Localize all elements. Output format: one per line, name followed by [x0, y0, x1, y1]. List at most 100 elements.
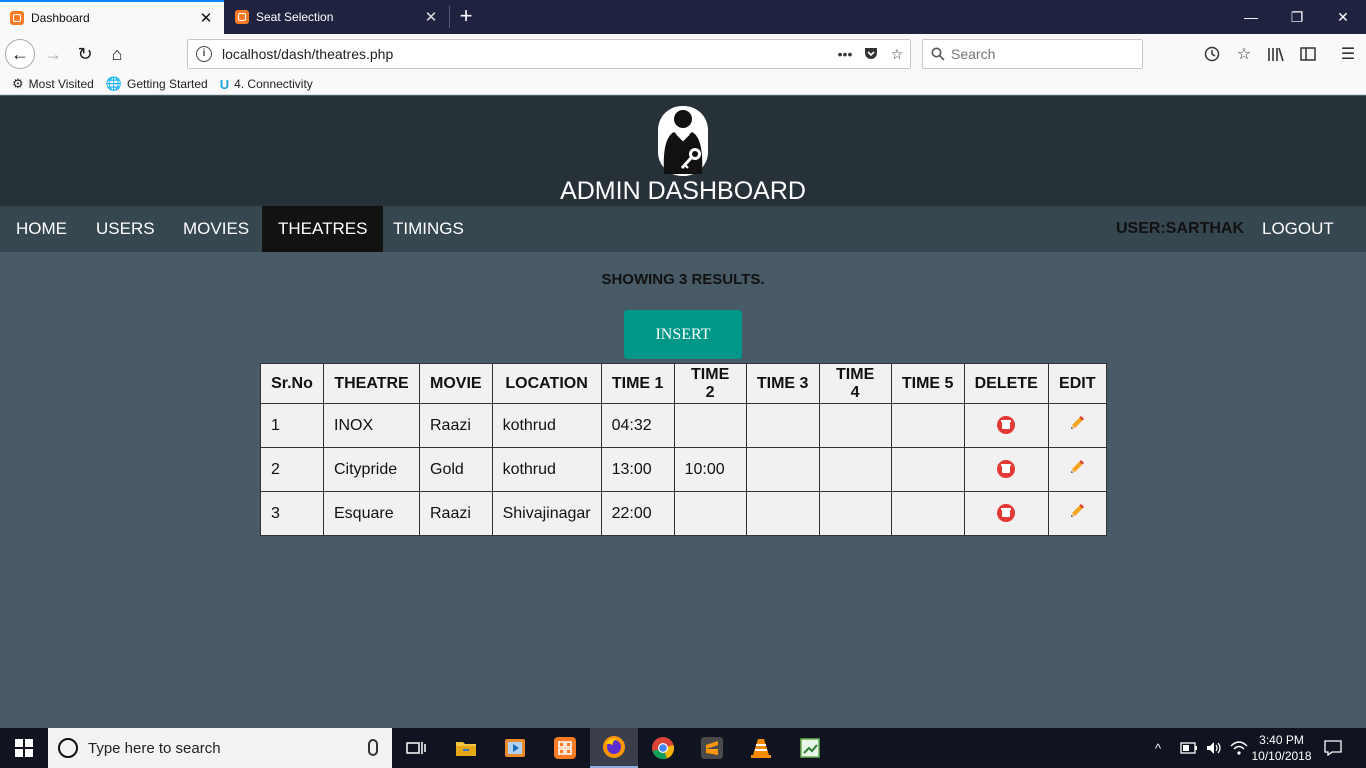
back-icon[interactable]: ← [5, 39, 35, 69]
col-header: TIME 3 [745, 363, 820, 404]
close-tab-icon[interactable]: ✕ [198, 9, 214, 27]
table-cell [890, 403, 965, 448]
home-icon[interactable]: ⌂ [102, 39, 132, 69]
menu-theatres[interactable]: THEATRES [262, 206, 384, 252]
menu-users[interactable]: USERS [80, 206, 171, 252]
menu-hamburger-icon[interactable]: ☰ [1338, 44, 1358, 64]
bookmark-getting-started[interactable]: 🌐 Getting Started [106, 76, 208, 92]
col-header: LOCATION [491, 363, 602, 404]
taskbar-search-placeholder: Type here to search [88, 739, 221, 757]
task-view-icon[interactable] [392, 728, 440, 768]
close-tab-icon[interactable]: ✕ [423, 8, 439, 26]
chrome-icon[interactable] [639, 728, 687, 768]
table-cell [745, 491, 820, 536]
xampp-favicon-icon [235, 10, 249, 24]
table-cell: Raazi [419, 491, 493, 536]
table-row: 3 Esquare Raazi Shivajinagar 22:00 [260, 491, 1107, 536]
xampp-icon[interactable] [541, 728, 589, 768]
search-bar[interactable] [922, 39, 1143, 69]
table-cell [745, 403, 820, 448]
firefox-icon[interactable] [590, 728, 638, 768]
col-header: MOVIE [419, 363, 493, 404]
delete-icon[interactable] [997, 460, 1016, 479]
table-cell [818, 491, 892, 536]
battery-icon[interactable] [1180, 728, 1198, 768]
menu-home[interactable]: HOME [0, 206, 83, 252]
logout-link[interactable]: LOGOUT [1246, 206, 1350, 252]
pencil-icon[interactable] [1068, 414, 1086, 437]
windows-taskbar: Type here to search ^ 3:40 PM 10/10/2018 [0, 728, 1366, 768]
minimize-icon[interactable]: — [1228, 0, 1274, 34]
pencil-icon[interactable] [1068, 502, 1086, 525]
table-cell: 04:32 [600, 403, 675, 448]
table-header-row: Sr.No THEATRE MOVIE LOCATION TIME 1 TIME… [260, 363, 1107, 404]
delete-cell [963, 491, 1049, 536]
gear-icon: ⚙ [12, 76, 24, 91]
info-icon[interactable]: i [196, 46, 212, 62]
delete-cell [963, 403, 1049, 448]
cortana-icon [58, 738, 78, 758]
tab-dashboard[interactable]: Dashboard ✕ [0, 0, 224, 34]
delete-icon[interactable] [997, 416, 1016, 435]
vlc-icon[interactable] [737, 728, 785, 768]
restore-icon[interactable]: ❐ [1274, 0, 1320, 34]
table-cell: 10:00 [673, 447, 747, 492]
main-menu: HOME USERS MOVIES THEATRES TIMINGS USER:… [0, 206, 1366, 252]
table-cell: Esquare [323, 491, 420, 536]
media-player-icon[interactable] [491, 728, 539, 768]
col-header: TIME 2 [673, 363, 747, 404]
table-cell: Shivajinagar [491, 491, 602, 536]
sidebar-icon[interactable] [1298, 44, 1318, 64]
user-label: USER:SARTHAK [1116, 220, 1244, 237]
browser-tab-strip: Dashboard ✕ Seat Selection ✕ + — ❐ ✕ [0, 0, 1366, 34]
notepad-icon[interactable] [786, 728, 834, 768]
bookmark-star-icon[interactable]: ☆ [884, 46, 910, 63]
tab-title: Seat Selection [256, 10, 334, 24]
table-cell [818, 447, 892, 492]
new-tab-icon[interactable]: + [455, 4, 477, 30]
system-clock[interactable]: 3:40 PM 10/10/2018 [1244, 732, 1319, 764]
reload-icon[interactable]: ↻ [70, 39, 100, 69]
microphone-icon[interactable] [368, 739, 378, 756]
bookmark-most-visited[interactable]: ⚙ Most Visited [12, 76, 94, 92]
bookmark-connectivity[interactable]: U 4. Connectivity [220, 77, 313, 92]
table-cell: INOX [323, 403, 420, 448]
menu-timings[interactable]: TIMINGS [377, 206, 480, 252]
file-explorer-icon[interactable] [442, 728, 490, 768]
bookmarks-toolbar: ⚙ Most Visited 🌐 Getting Started U 4. Co… [0, 74, 1366, 95]
results-count: SHOWING 3 RESULTS. [601, 271, 765, 288]
sublime-text-icon[interactable] [688, 728, 736, 768]
volume-icon[interactable] [1205, 728, 1223, 768]
history-icon[interactable] [1202, 44, 1222, 64]
pocket-icon[interactable] [858, 45, 884, 64]
bookmark-label: Most Visited [28, 77, 94, 91]
table-cell: kothrud [491, 403, 602, 448]
clock-time: 3:40 PM [1259, 733, 1304, 747]
library-icon[interactable] [1266, 44, 1286, 64]
search-input[interactable] [951, 46, 1142, 62]
bookmarks-star-icon[interactable]: ☆ [1234, 44, 1254, 64]
taskbar-search[interactable]: Type here to search [48, 728, 392, 768]
insert-button[interactable]: INSERT [624, 310, 742, 359]
table-cell: 1 [260, 403, 324, 448]
show-hidden-icons[interactable]: ^ [1155, 728, 1161, 768]
page-actions-icon[interactable]: ••• [832, 46, 858, 62]
pencil-icon[interactable] [1068, 458, 1086, 481]
col-header: TIME 1 [600, 363, 675, 404]
xampp-favicon-icon [10, 11, 24, 25]
delete-icon[interactable] [997, 504, 1016, 523]
windows-start-icon[interactable] [0, 728, 48, 768]
close-window-icon[interactable]: ✕ [1320, 0, 1366, 34]
tab-seat-selection[interactable]: Seat Selection ✕ [225, 0, 449, 34]
col-header: DELETE [963, 363, 1049, 404]
clock-date: 10/10/2018 [1251, 749, 1312, 763]
table-cell: Citypride [323, 447, 420, 492]
page-content: ADMIN DASHBOARD HOME USERS MOVIES THEATR… [0, 96, 1366, 728]
notifications-icon[interactable] [1324, 728, 1342, 768]
globe-icon: 🌐 [105, 76, 122, 91]
edit-cell [1047, 403, 1107, 448]
url-bar[interactable]: i localhost/dash/theatres.php ••• ☆ [187, 39, 911, 69]
menu-movies[interactable]: MOVIES [167, 206, 265, 252]
forward-icon[interactable]: → [38, 39, 68, 69]
url-text[interactable]: localhost/dash/theatres.php [222, 46, 832, 62]
